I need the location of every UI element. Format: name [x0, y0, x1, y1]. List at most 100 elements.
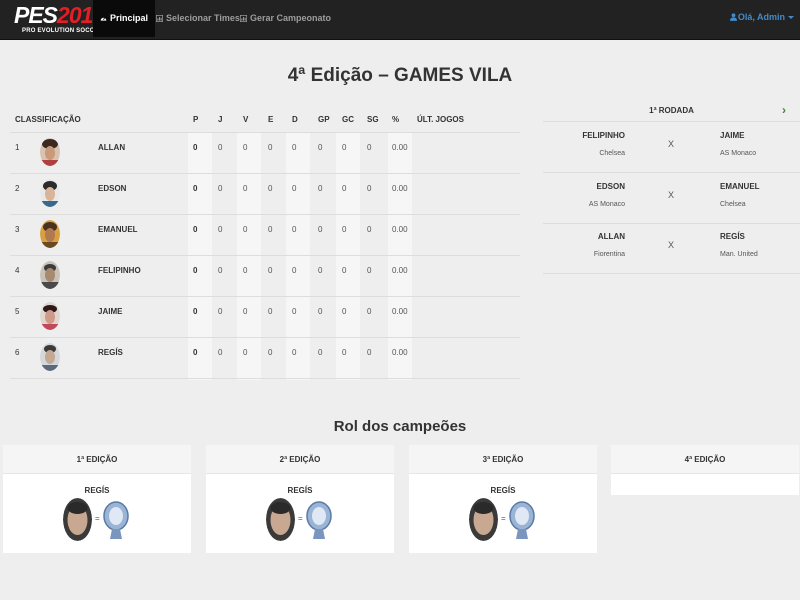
trophy-icon [103, 501, 129, 539]
player-name[interactable]: EMANUEL [98, 215, 138, 244]
cell-gc: 0 [342, 348, 347, 357]
champion-avatar [63, 498, 92, 541]
table-row[interactable]: 2 EDSON 0 0 0 0 0 0 0 0 0.00 [10, 174, 520, 215]
cell-d: 0 [292, 143, 297, 152]
brand-logo-text: PES2016 [14, 2, 105, 28]
home-player: ALLAN [597, 232, 625, 241]
away-player: REGÍS [720, 232, 745, 241]
player-avatar [40, 261, 60, 289]
player-name[interactable]: ALLAN [98, 133, 125, 162]
chevron-right-icon[interactable]: › [782, 100, 786, 122]
champion-card: 1ª EDIÇÃO REGÍS = [3, 445, 191, 553]
cell-e: 0 [268, 266, 273, 275]
cell-gc: 0 [342, 307, 347, 316]
trophy-icon [306, 501, 332, 539]
user-menu[interactable]: Olá, Admin [729, 0, 794, 34]
champion-card-body: REGÍS = [3, 474, 191, 553]
header-ult-jogos[interactable]: ÚLT. JOGOS [417, 110, 464, 132]
trophy-icon [509, 501, 535, 539]
player-avatar [40, 302, 60, 330]
versus-label: X [668, 139, 675, 149]
home-club: AS Monaco [588, 201, 625, 208]
table-row[interactable]: 4 FELIPINHO 0 0 0 0 0 0 0 0 0.00 [10, 256, 520, 297]
cell-gc: 0 [342, 184, 347, 193]
table-row[interactable]: 5 JAIME 0 0 0 0 0 0 0 0 0.00 [10, 297, 520, 338]
player-name[interactable]: FELIPINHO [98, 256, 141, 285]
cell-j: 0 [218, 225, 223, 234]
table-row[interactable]: 3 EMANUEL 0 0 0 0 0 0 0 0 0.00 [10, 215, 520, 256]
cell-sg: 0 [367, 307, 372, 316]
player-name[interactable]: REGÍS [98, 338, 123, 367]
header-gp[interactable]: GP [318, 110, 330, 132]
brand-logo[interactable]: PES2016 PRO EVOLUTION SOCCER [14, 2, 105, 38]
table-row[interactable]: 6 REGÍS 0 0 0 0 0 0 0 0 0.00 [10, 338, 520, 379]
cell-v: 0 [243, 266, 248, 275]
away-club: Man. United [720, 251, 758, 258]
cell-v: 0 [243, 307, 248, 316]
away-player: EMANUEL [720, 182, 760, 191]
cell-j: 0 [218, 143, 223, 152]
versus-label: X [668, 190, 675, 200]
table-row[interactable]: 1 ALLAN 0 0 0 0 0 0 0 0 0.00 [10, 133, 520, 174]
match-row: FELIPINHO Chelsea X JAIME AS Monaco [543, 123, 800, 173]
champion-avatar [469, 498, 498, 541]
cell-pct: 0.00 [392, 184, 408, 193]
cell-sg: 0 [367, 184, 372, 193]
cell-gp: 0 [318, 348, 323, 357]
cell-gc: 0 [342, 143, 347, 152]
cell-pct: 0.00 [392, 143, 408, 152]
row-position: 4 [15, 266, 20, 275]
row-position: 1 [15, 143, 20, 152]
cell-j: 0 [218, 184, 223, 193]
champions-title: Rol dos campeões [333, 418, 467, 435]
cell-d: 0 [292, 184, 297, 193]
cell-pct: 0.00 [392, 225, 408, 234]
nav-item-label: Selecionar Times [166, 13, 240, 23]
row-position: 2 [15, 184, 20, 193]
player-name[interactable]: JAIME [98, 297, 122, 326]
player-name[interactable]: EDSON [98, 174, 126, 203]
cell-gc: 0 [342, 266, 347, 275]
home-club: Chelsea [599, 150, 625, 157]
cell-e: 0 [268, 348, 273, 357]
header-sg[interactable]: SG [367, 110, 379, 132]
header-d[interactable]: D [292, 110, 298, 132]
cell-sg: 0 [367, 225, 372, 234]
cell-v: 0 [243, 184, 248, 193]
champion-card-body [611, 474, 799, 495]
nav-item-label: Gerar Campeonato [250, 13, 332, 23]
cell-pct: 0.00 [392, 348, 408, 357]
header-p[interactable]: P [193, 110, 198, 132]
cell-v: 0 [243, 225, 248, 234]
header-gc[interactable]: GC [342, 110, 354, 132]
header-j[interactable]: J [218, 110, 222, 132]
player-avatar [40, 220, 60, 248]
cell-v: 0 [243, 143, 248, 152]
cell-p: 0 [193, 266, 198, 275]
match-row: ALLAN Fiorentina X REGÍS Man. United [543, 224, 800, 274]
champion-name: REGÍS [490, 486, 516, 495]
champion-name: REGÍS [84, 486, 110, 495]
row-position: 6 [15, 348, 20, 357]
cell-sg: 0 [367, 266, 372, 275]
cell-d: 0 [292, 307, 297, 316]
header-e[interactable]: E [268, 110, 273, 132]
bar-chart-icon [156, 15, 163, 22]
nav-item-principal[interactable]: Principal [93, 0, 156, 37]
nav-item-gerar-campeonato[interactable]: Gerar Campeonato [233, 0, 338, 37]
away-player: JAIME [720, 131, 745, 140]
cell-sg: 0 [367, 143, 372, 152]
cell-e: 0 [268, 225, 273, 234]
navbar: PES2016 PRO EVOLUTION SOCCER Principal S… [0, 0, 800, 40]
header-pct[interactable]: % [392, 110, 399, 132]
header-classificacao[interactable]: CLASSIFICAÇÃO [15, 110, 81, 132]
cell-p: 0 [193, 348, 198, 357]
chevron-down-icon [788, 16, 794, 20]
cell-d: 0 [292, 225, 297, 234]
cell-v: 0 [243, 348, 248, 357]
player-avatar [40, 343, 60, 371]
equals-sign: = [501, 514, 506, 523]
cell-sg: 0 [367, 348, 372, 357]
dashboard-icon [100, 16, 107, 21]
header-v[interactable]: V [243, 110, 248, 132]
